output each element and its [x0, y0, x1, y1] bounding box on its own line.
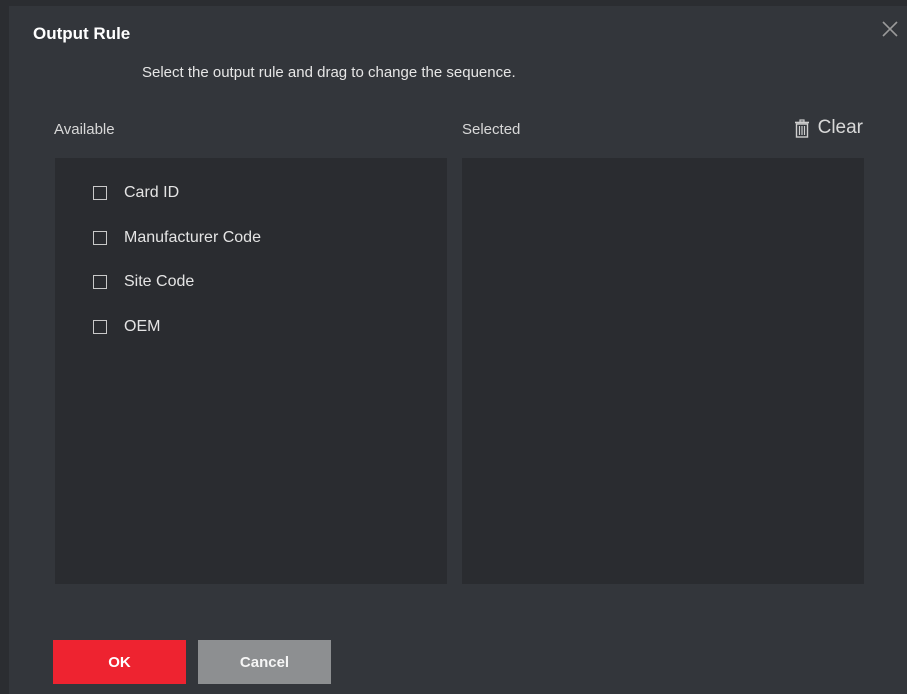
option-label: Card ID	[124, 184, 180, 201]
selected-list[interactable]	[462, 158, 864, 584]
checkbox[interactable]	[93, 231, 107, 245]
available-list: Card ID Manufacturer Code Site Code OEM	[55, 158, 447, 584]
close-button[interactable]	[879, 18, 901, 40]
ok-button[interactable]: OK	[53, 640, 186, 684]
output-rule-dialog: Output Rule Select the output rule and d…	[9, 6, 907, 694]
option-site-code[interactable]: Site Code	[93, 273, 194, 291]
option-oem[interactable]: OEM	[93, 318, 160, 336]
instruction-text: Select the output rule and drag to chang…	[142, 64, 516, 81]
dialog-title: Output Rule	[33, 24, 131, 43]
selected-label: Selected	[462, 121, 521, 138]
option-card-id[interactable]: Card ID	[93, 184, 179, 202]
trash-icon	[794, 118, 809, 138]
available-label: Available	[54, 121, 115, 138]
clear-label: Clear	[817, 117, 863, 138]
clear-button[interactable]: Clear	[794, 117, 863, 139]
option-label: Manufacturer Code	[124, 229, 261, 246]
cancel-button[interactable]: Cancel	[198, 640, 331, 684]
option-label: Site Code	[124, 273, 195, 290]
option-manufacturer-code[interactable]: Manufacturer Code	[93, 229, 261, 247]
checkbox[interactable]	[93, 275, 107, 289]
checkbox[interactable]	[93, 186, 107, 200]
checkbox[interactable]	[93, 320, 107, 334]
option-label: OEM	[124, 318, 161, 335]
close-icon	[882, 21, 898, 37]
